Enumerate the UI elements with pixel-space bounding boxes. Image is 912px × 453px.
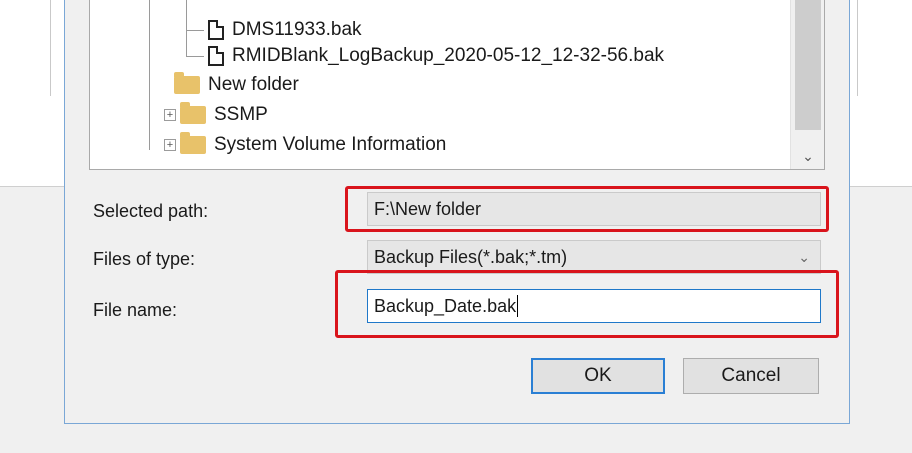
folder-icon xyxy=(180,102,206,124)
selected-path-label: Selected path: xyxy=(93,201,209,221)
file-icon xyxy=(208,46,224,66)
files-of-type-value: Backup Files(*.bak;*.tm) xyxy=(374,246,568,267)
tree-scrollbar[interactable]: ⌄ xyxy=(790,0,824,169)
tree-item-label: System Volume Information xyxy=(214,134,447,155)
background-divider-right xyxy=(857,0,858,96)
chevron-down-icon: ⌄ xyxy=(798,248,810,265)
file-name-label: File name: xyxy=(93,300,178,320)
tree-item-label: New folder xyxy=(208,74,299,95)
ok-button[interactable]: OK xyxy=(531,358,665,394)
tree-line xyxy=(186,56,204,57)
tree-item-label: DMS11933.bak xyxy=(232,19,362,40)
tree-item-folder[interactable]: + SSMP xyxy=(164,101,268,129)
locate-backup-dialog: DMS11933.bak RMIDBlank_LogBackup_2020-05… xyxy=(64,0,850,424)
folder-tree[interactable]: DMS11933.bak RMIDBlank_LogBackup_2020-05… xyxy=(89,0,825,170)
tree-item-label: RMIDBlank_LogBackup_2020-05-12_12-32-56.… xyxy=(232,45,665,66)
background-divider-left xyxy=(50,0,51,96)
scroll-down-icon[interactable]: ⌄ xyxy=(791,143,825,169)
scroll-thumb[interactable] xyxy=(795,0,821,130)
tree-item-file[interactable]: DMS11933.bak xyxy=(208,16,362,44)
folder-icon xyxy=(180,132,206,154)
tree-line xyxy=(186,30,204,31)
tree-item-folder[interactable]: New folder xyxy=(174,71,299,99)
tree-line xyxy=(186,0,187,56)
files-of-type-select[interactable]: Backup Files(*.bak;*.tm) ⌄ xyxy=(367,240,821,274)
folder-icon xyxy=(174,72,200,94)
files-of-type-label: Files of type: xyxy=(93,249,196,269)
expand-icon[interactable]: + xyxy=(164,109,176,121)
tree-item-folder[interactable]: + System Volume Information xyxy=(164,131,446,159)
tree-item-label: SSMP xyxy=(214,104,268,125)
tree-line xyxy=(149,0,150,150)
highlight-box xyxy=(335,270,839,338)
tree-item-file[interactable]: RMIDBlank_LogBackup_2020-05-12_12-32-56.… xyxy=(208,42,664,70)
file-icon xyxy=(208,20,224,40)
expand-icon[interactable]: + xyxy=(164,139,176,151)
cancel-button[interactable]: Cancel xyxy=(683,358,819,394)
highlight-box xyxy=(345,186,829,232)
